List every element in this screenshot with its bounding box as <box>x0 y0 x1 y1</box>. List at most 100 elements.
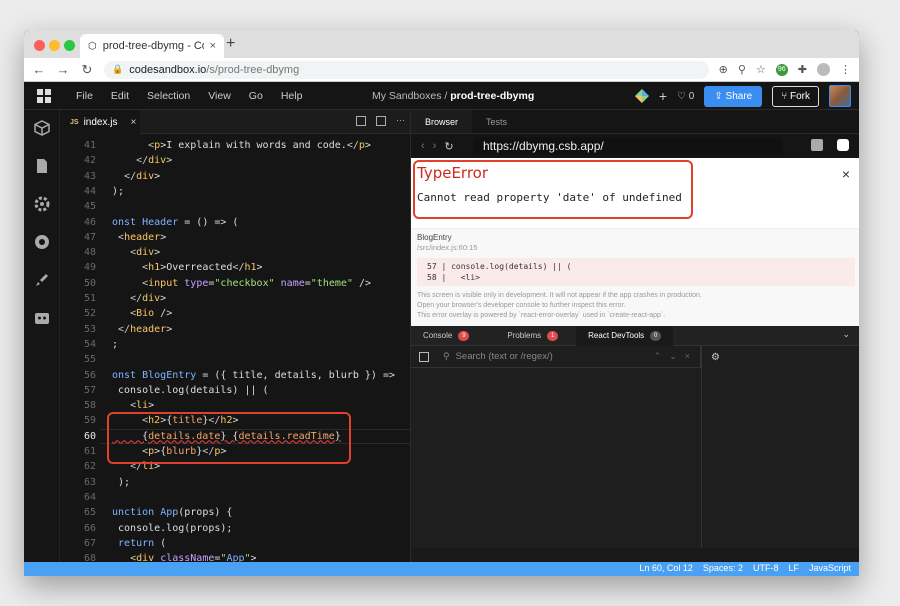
code-line[interactable]: 50 <input type="checkbox" name="theme" /… <box>60 276 410 291</box>
close-window-button[interactable] <box>34 40 45 51</box>
code-line[interactable]: 48 <div> <box>60 245 410 260</box>
browser-tab-close-button[interactable]: × <box>210 40 216 52</box>
like-count[interactable]: ♡ 0 <box>677 91 694 102</box>
avatar[interactable] <box>829 85 851 107</box>
back-icon[interactable]: ‹ <box>421 140 425 152</box>
code-line[interactable]: 49 <h1>Overreacted</h1> <box>60 260 410 275</box>
maximize-window-button[interactable] <box>64 40 75 51</box>
kebab-menu-icon[interactable]: ⋮ <box>840 63 851 76</box>
toggle-icon[interactable] <box>837 139 849 151</box>
breadcrumb-parent[interactable]: My Sandboxes <box>372 90 441 102</box>
menu-help[interactable]: Help <box>281 90 303 102</box>
more-icon[interactable]: ⋯ <box>396 116 406 126</box>
error-stack: BlogEntry /src/index.js:60:15 57 | conso… <box>411 228 859 326</box>
fork-button[interactable]: ⑂ Fork <box>772 85 819 107</box>
gear-icon[interactable] <box>34 196 50 212</box>
editor-tab-index-js[interactable]: JS index.js × <box>60 110 140 134</box>
code-line[interactable]: 57 console.log(details) || ( <box>60 383 410 398</box>
code-line[interactable]: 45 <box>60 199 410 214</box>
cursor-position[interactable]: Ln 60, Col 12 <box>639 563 693 573</box>
line-number: 68 <box>83 553 96 562</box>
browser-tab[interactable]: ⬡ prod-tree-dbymg - CodeSandbox × <box>80 34 224 58</box>
menu-view[interactable]: View <box>208 90 231 102</box>
tab-tests[interactable]: Tests <box>472 110 521 133</box>
tab-react-devtools[interactable]: React DevTools 0 <box>576 325 674 346</box>
code-line[interactable]: 66 console.log(props); <box>60 521 410 536</box>
code-line[interactable]: 63 ); <box>60 475 410 490</box>
menu-edit[interactable]: Edit <box>111 90 129 102</box>
menu-file[interactable]: File <box>76 90 93 102</box>
add-button[interactable]: + <box>659 88 667 104</box>
breadcrumb-current[interactable]: prod-tree-dbymg <box>450 90 534 102</box>
forward-icon[interactable]: › <box>433 140 437 152</box>
new-tab-button[interactable]: + <box>226 35 235 53</box>
tab-console[interactable]: Console 9 <box>411 326 481 346</box>
panel-divider[interactable] <box>701 346 702 548</box>
tab-problems[interactable]: Problems 1 <box>495 326 570 346</box>
element-picker-icon[interactable] <box>419 351 429 362</box>
minimize-window-button[interactable] <box>49 40 60 51</box>
tab-browser[interactable]: Browser <box>411 110 473 133</box>
clear-icon[interactable]: × <box>685 351 690 362</box>
preview-icon[interactable] <box>376 116 386 126</box>
line-ending[interactable]: LF <box>788 563 799 573</box>
code-line[interactable]: 46 onst Header = () => ( <box>60 215 410 230</box>
gem-icon[interactable] <box>634 89 649 103</box>
line-number: 52 <box>83 308 96 320</box>
extension-icon[interactable]: 96 <box>775 63 788 76</box>
line-text: <header> <box>118 231 167 243</box>
search-input[interactable]: Search (text or /regex/) <box>456 351 553 362</box>
file-icon[interactable] <box>34 158 50 174</box>
code-line[interactable]: 51 </div> <box>60 291 410 306</box>
menu-selection[interactable]: Selection <box>147 90 190 102</box>
stack-frame-location[interactable]: /src/index.js:60:15 <box>417 243 477 252</box>
address-bar[interactable]: 🔒 codesandbox.io/s/prod-tree-dbymg <box>104 60 709 79</box>
code-line[interactable]: 65 unction App(props) { <box>60 505 410 520</box>
reload-icon[interactable]: ↻ <box>80 62 94 78</box>
code-snippet: 57 | console.log(details) || (58 | <li> <box>417 258 855 286</box>
code-line[interactable]: 64 <box>60 490 410 505</box>
code-line[interactable]: 55 <box>60 352 410 367</box>
refresh-icon[interactable]: ↻ <box>444 140 453 153</box>
language-mode[interactable]: JavaScript <box>809 563 851 573</box>
preview-url-input[interactable]: https://dbymg.csb.app/ <box>473 137 783 155</box>
code-line[interactable]: 68 <div className="App"> <box>60 551 410 562</box>
code-line[interactable]: 52 <Bio /> <box>60 306 410 321</box>
chevron-up-icon[interactable]: ⌃ <box>654 351 662 362</box>
code-line[interactable]: 44); <box>60 184 410 199</box>
open-new-window-icon[interactable] <box>811 139 823 151</box>
menu-go[interactable]: Go <box>249 90 263 102</box>
share-button[interactable]: ⇪ Share <box>704 85 763 107</box>
github-icon[interactable] <box>34 234 50 250</box>
code-line[interactable]: 56 onst BlogEntry = ({ title, details, bl… <box>60 368 410 383</box>
line-number: 43 <box>83 170 96 182</box>
chevron-down-icon[interactable]: ⌄ <box>669 351 677 362</box>
code-line[interactable]: 58 <li> <box>60 398 410 413</box>
code-line[interactable]: 67 return ( <box>60 536 410 551</box>
puzzle-icon[interactable]: ✚ <box>798 63 807 76</box>
add-icon[interactable]: ⊕ <box>719 63 728 76</box>
split-editor-icon[interactable] <box>356 116 366 126</box>
chevron-down-icon[interactable]: ⌄ <box>842 329 850 340</box>
editor-tab-close-button[interactable]: × <box>130 117 136 128</box>
profile-icon[interactable] <box>817 63 830 76</box>
star-icon[interactable]: ☆ <box>756 63 766 76</box>
gear-icon[interactable]: ⚙ <box>711 352 720 363</box>
users-icon[interactable] <box>34 310 50 326</box>
line-text: </header> <box>118 323 173 335</box>
forward-arrow-icon[interactable]: → <box>56 62 70 77</box>
back-arrow-icon[interactable]: ← <box>32 62 46 77</box>
indentation[interactable]: Spaces: 2 <box>703 563 743 573</box>
code-line[interactable]: 54; <box>60 337 410 352</box>
code-line[interactable]: 43 </div> <box>60 169 410 184</box>
codesandbox-logo-icon[interactable] <box>24 82 64 110</box>
rocket-icon[interactable] <box>34 272 50 288</box>
code-line[interactable]: 53 </header> <box>60 322 410 337</box>
code-line[interactable]: 42 </div> <box>60 153 410 168</box>
encoding[interactable]: UTF-8 <box>753 563 779 573</box>
code-line[interactable]: 47 <header> <box>60 230 410 245</box>
cube-icon[interactable] <box>34 120 50 136</box>
close-icon[interactable]: × <box>842 166 850 182</box>
code-line[interactable]: 41 <p>I explain with words and code.</p> <box>60 138 410 153</box>
zoom-icon[interactable]: ⚲ <box>738 63 746 76</box>
